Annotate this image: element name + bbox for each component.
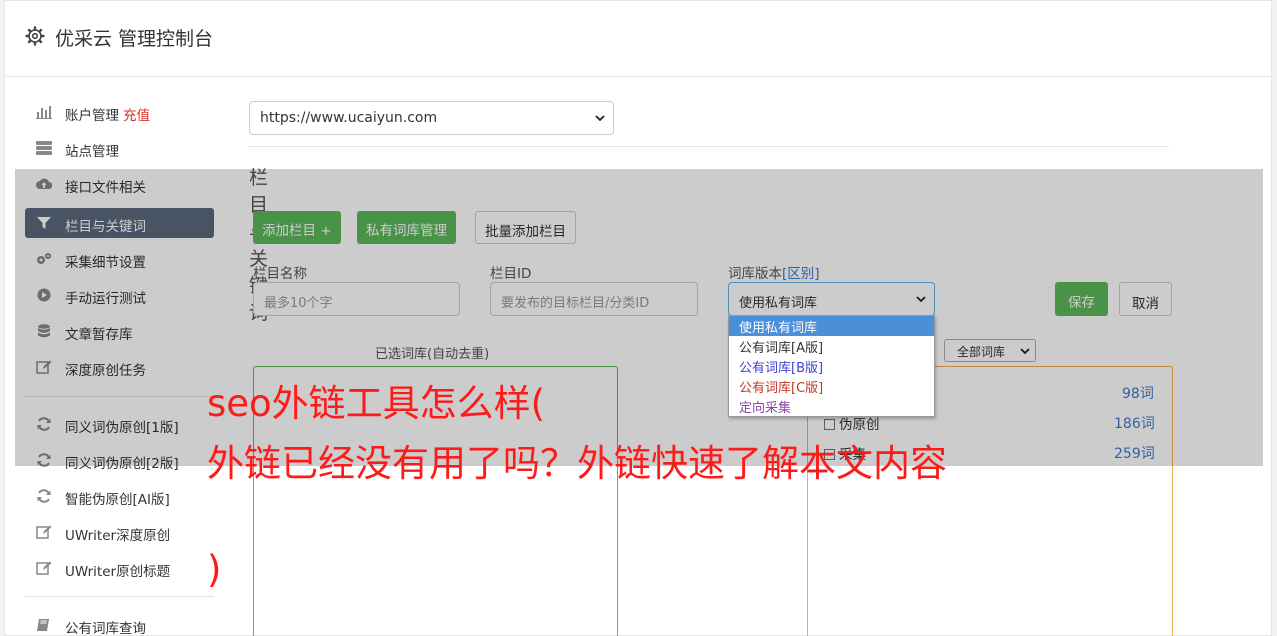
sidebar-item-label: 智能伪原创[AI版] (65, 492, 170, 508)
sidebar-divider (25, 596, 214, 597)
dropdown-option[interactable]: 使用私有词库 (729, 316, 934, 336)
gear-icon (25, 26, 45, 46)
dropdown-option[interactable]: 公有词库[C版] (729, 376, 934, 396)
sidebar-item-label: 站点管理 (65, 144, 119, 160)
sidebar-item-label: 账户管理 (65, 108, 119, 124)
header: 优采云 管理控制台 (5, 1, 1273, 77)
refresh-icon (37, 489, 51, 503)
book-icon (37, 619, 49, 631)
sidebar-item-account[interactable]: 账户管理 充值 (25, 97, 214, 127)
edit-icon (36, 525, 52, 539)
dropdown-option[interactable]: 定向采集 (729, 396, 934, 416)
sidebar-item-public-lib[interactable]: 公有词库查询 (25, 610, 214, 636)
divider (249, 146, 1169, 147)
sidebar-item-ai-spinner[interactable]: 智能伪原创[AI版] (25, 481, 214, 511)
sidebar-item-sites[interactable]: 站点管理 (25, 133, 214, 163)
dropdown-option[interactable]: 公有词库[A版] (729, 336, 934, 356)
library-version-dropdown: 使用私有词库 公有词库[A版] 公有词库[B版] 公有词库[C版] 定向采集 (728, 315, 935, 417)
banner-line-2: 外链已经没有用了吗？外链快速了解本文内容 (207, 442, 947, 485)
server-icon (36, 141, 52, 155)
bar-chart-icon (36, 106, 52, 119)
dropdown-option[interactable]: 公有词库[B版] (729, 356, 934, 376)
sidebar-item-label: UWriter原创标题 (65, 564, 171, 580)
banner-line-1: seo外链工具怎么样( (207, 382, 546, 425)
page-title: 优采云 管理控制台 (55, 28, 214, 50)
sidebar-item-label: UWriter深度原创 (65, 528, 171, 544)
sidebar-item-uwriter-deep[interactable]: UWriter深度原创 (25, 517, 214, 547)
gray-overlay (15, 169, 1263, 466)
edit-icon (36, 561, 52, 575)
recharge-link[interactable]: 充值 (123, 108, 150, 124)
chevron-down-icon (595, 115, 605, 122)
sidebar-item-uwriter-title[interactable]: UWriter原创标题 (25, 553, 214, 583)
site-select-value: https://www.ucaiyun.com (260, 110, 438, 126)
banner-line-3: ) (207, 548, 222, 591)
site-select[interactable]: https://www.ucaiyun.com (249, 101, 614, 135)
sidebar-item-label: 公有词库查询 (65, 621, 146, 636)
